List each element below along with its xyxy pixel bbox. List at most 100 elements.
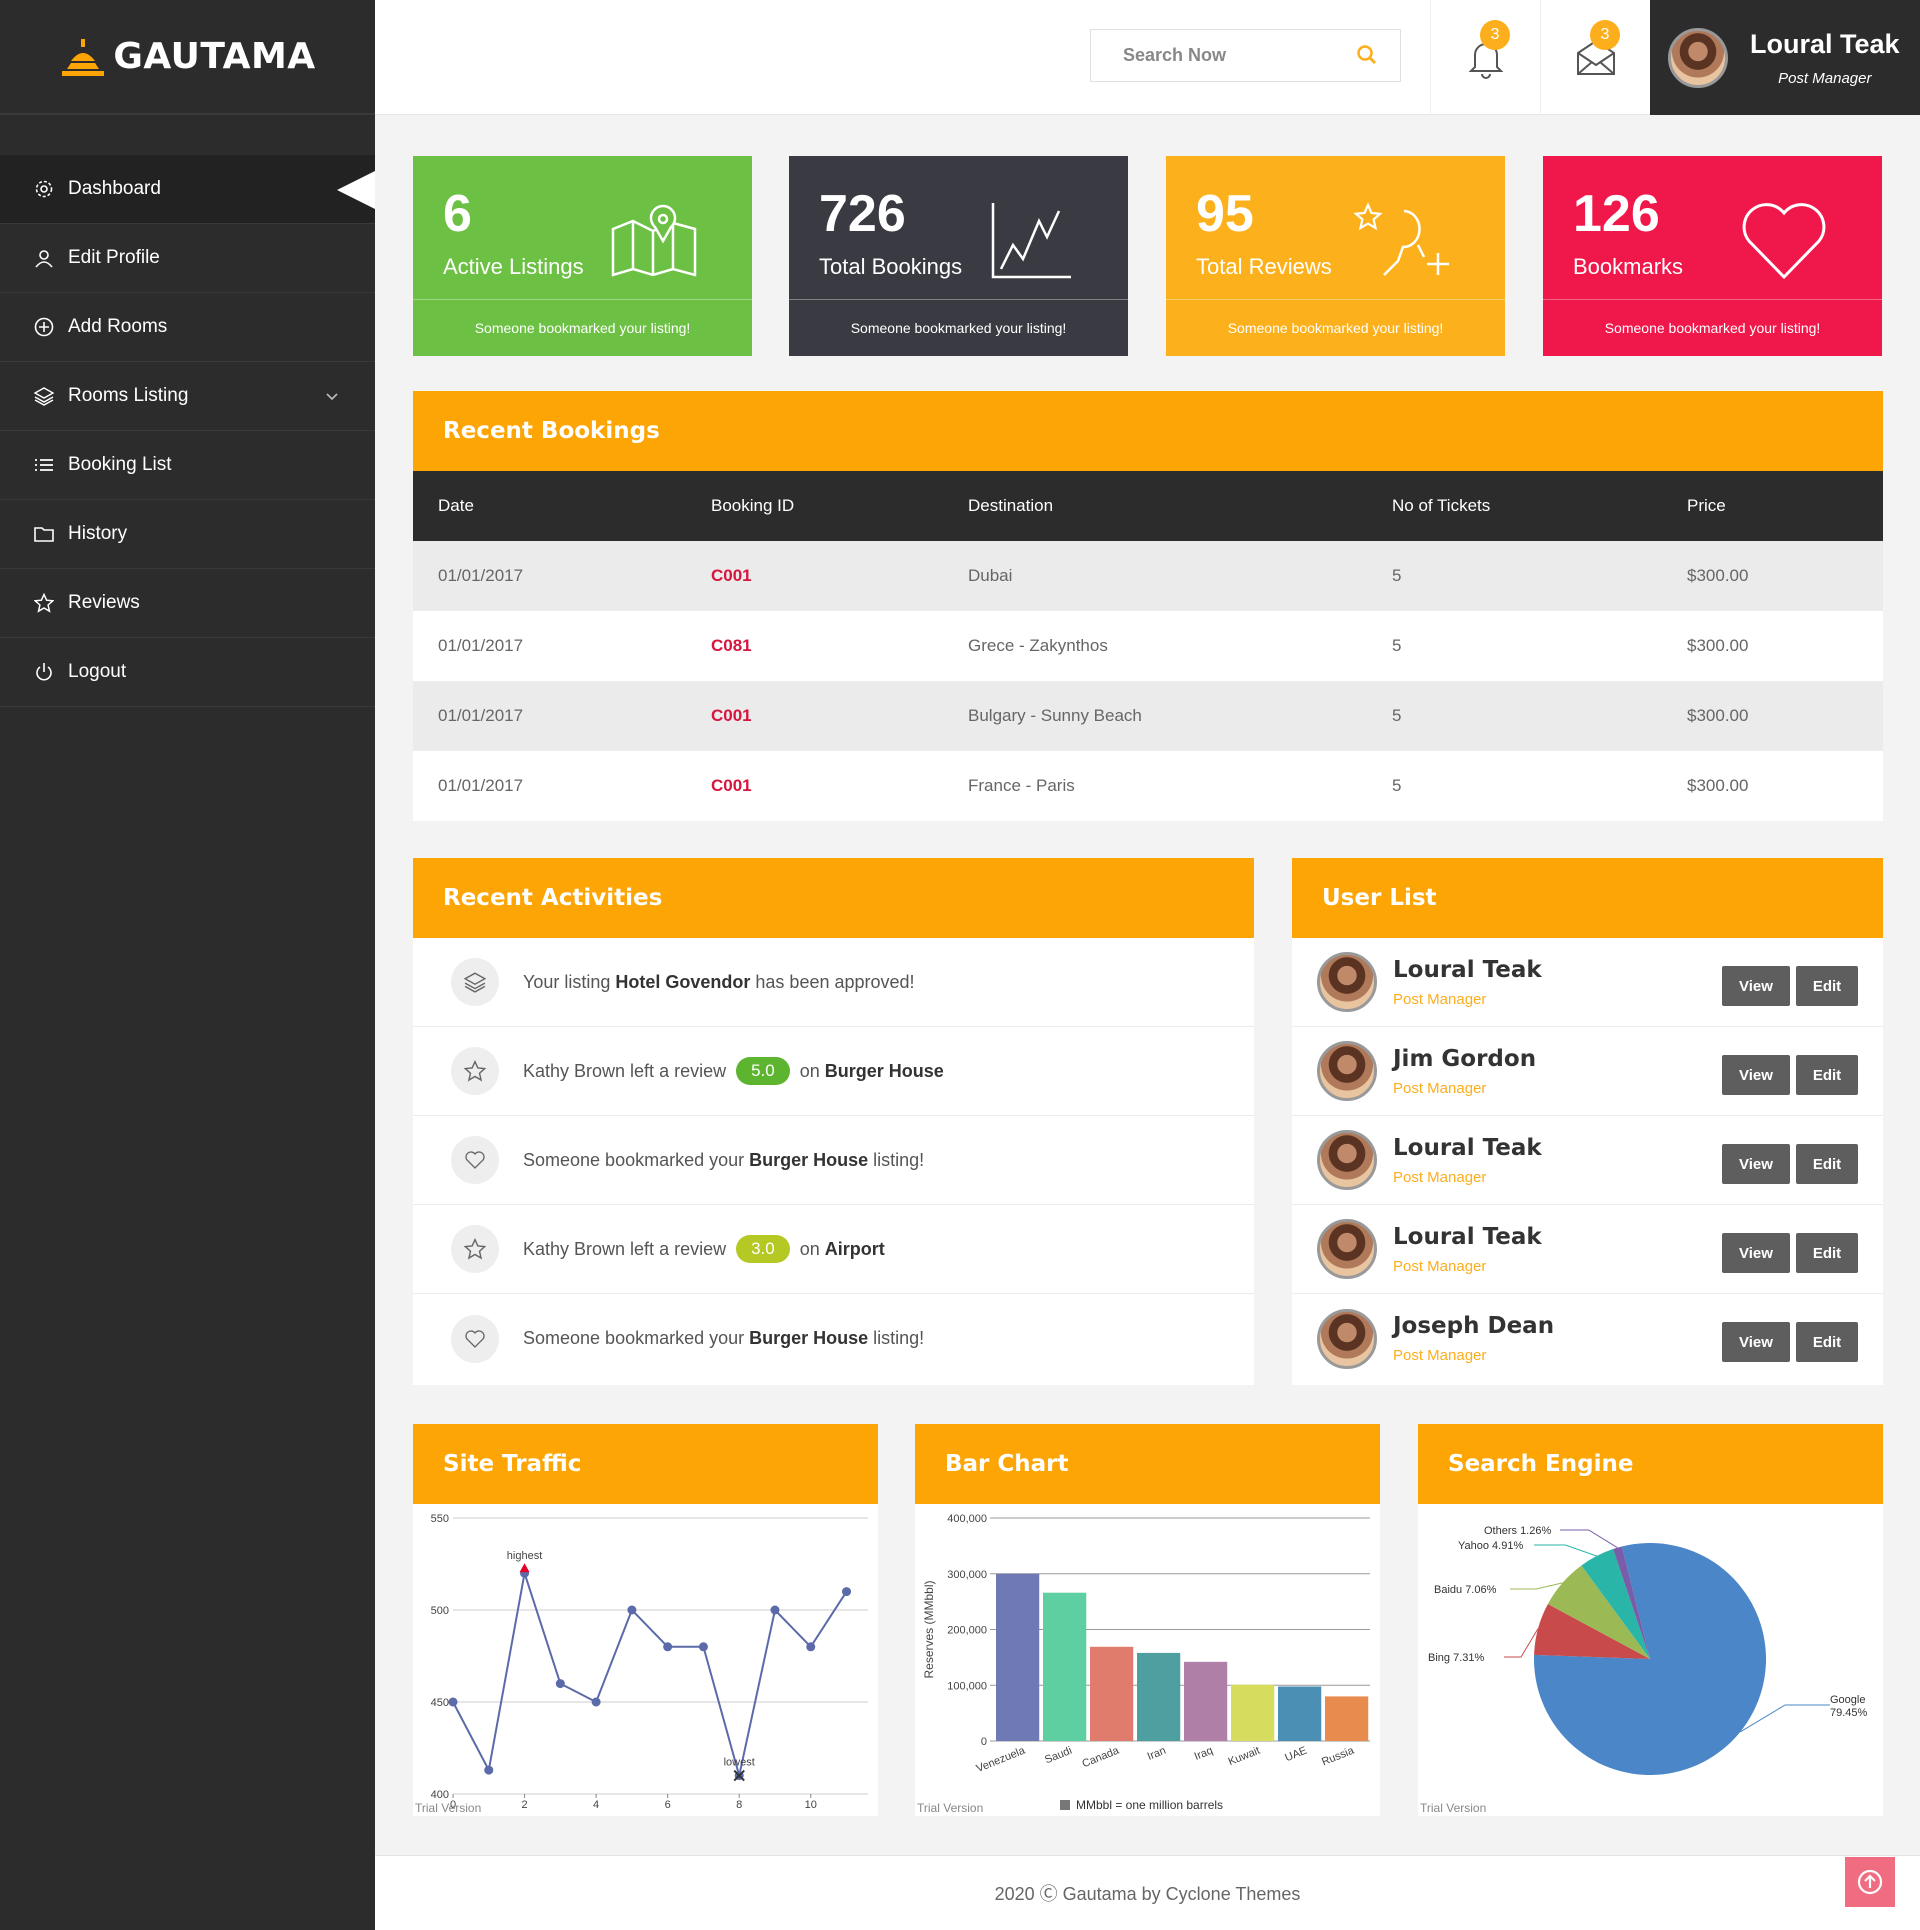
sidebar-item-label: Add Rooms: [68, 316, 168, 337]
activity-text: Someone bookmarked your: [523, 1328, 745, 1348]
messages-button[interactable]: 3: [1540, 0, 1650, 115]
activity-subject: Airport: [824, 1238, 885, 1259]
search-input[interactable]: [1123, 45, 1353, 66]
legend-swatch: [1060, 1800, 1070, 1810]
bar: [1184, 1661, 1228, 1741]
edit-button[interactable]: Edit: [1796, 1233, 1858, 1273]
sidebar-item-booking-list[interactable]: Booking List: [0, 431, 375, 500]
star-icon: [451, 1047, 499, 1095]
stat-card-total-bookings[interactable]: 726 Total Bookings Someone bookmarked yo…: [789, 156, 1128, 356]
activity-text: on: [799, 1238, 820, 1259]
data-point: [591, 1697, 601, 1707]
activity-item[interactable]: Your listing Hotel Govendor has been app…: [413, 938, 1254, 1027]
booking-date: 01/01/2017: [413, 541, 686, 611]
activity-item[interactable]: Kathy Brown left a review 5.0 on Burger …: [413, 1027, 1254, 1116]
bar: [1090, 1646, 1134, 1741]
trial-watermark: Trial Version: [917, 1801, 983, 1815]
user-icon: [32, 246, 56, 270]
booking-id[interactable]: C081: [686, 611, 943, 681]
map-pin-icon: [611, 204, 697, 277]
user-role: Post Manager: [1393, 1257, 1487, 1275]
user-role: Post Manager: [1393, 990, 1487, 1008]
stat-card-total-reviews[interactable]: 95 Total Reviews Someone bookmarked your…: [1166, 156, 1505, 356]
data-point: [698, 1642, 708, 1652]
stat-card-active-listings[interactable]: 6 Active Listings Someone bookmarked you…: [413, 156, 752, 356]
view-button[interactable]: View: [1722, 1055, 1790, 1095]
activity-subject: Burger House: [749, 1328, 869, 1348]
view-button[interactable]: View: [1722, 966, 1790, 1006]
pie-label-leader: [1510, 1582, 1563, 1590]
booking-destination: Grece - Zakynthos: [968, 636, 1108, 655]
user-name: Joseph Dean: [1393, 1313, 1555, 1339]
sidebar-item-dashboard[interactable]: Dashboard: [0, 155, 375, 224]
activity-text: listing!: [873, 1328, 925, 1348]
stat-label: Bookmarks: [1573, 254, 1684, 279]
search-icon[interactable]: [1356, 44, 1378, 71]
edit-button[interactable]: Edit: [1796, 966, 1858, 1006]
chevron-down-icon[interactable]: [325, 386, 339, 408]
table-row[interactable]: 01/01/2017 C001 Dubai 5 $300.00: [413, 541, 1883, 611]
edit-button[interactable]: Edit: [1796, 1322, 1858, 1362]
table-row[interactable]: 01/01/2017 C001 France - Paris 5 $300.00: [413, 751, 1883, 821]
sidebar-item-rooms-listing[interactable]: Rooms Listing: [0, 362, 375, 431]
bar: [1043, 1592, 1087, 1741]
user-info: Loural Teak Post Manager: [1393, 1224, 1542, 1275]
page-footer: 2020 Ⓒ Gautama by Cyclone Themes: [375, 1855, 1920, 1930]
edit-button[interactable]: Edit: [1796, 1144, 1858, 1184]
booking-id[interactable]: C001: [686, 541, 943, 611]
bar: [1278, 1686, 1322, 1741]
sidebar-item-label: History: [68, 523, 128, 544]
x-tick-label: Iran: [1146, 1745, 1168, 1763]
sidebar-item-reviews[interactable]: Reviews: [0, 569, 375, 638]
column-header: Date: [413, 471, 686, 541]
brand-logo[interactable]: GAUTAMA: [0, 0, 375, 115]
heart-icon: [1742, 203, 1826, 280]
table-row[interactable]: 01/01/2017 C081 Grece - Zakynthos 5 $300…: [413, 611, 1883, 681]
view-button[interactable]: View: [1722, 1233, 1790, 1273]
x-tick-label: 6: [665, 1799, 671, 1811]
column-header: Price: [1662, 471, 1883, 541]
data-point: [806, 1642, 816, 1652]
view-button[interactable]: View: [1722, 1322, 1790, 1362]
edit-button[interactable]: Edit: [1796, 1055, 1858, 1095]
user-name: Loural Teak: [1393, 956, 1542, 983]
activity-item[interactable]: Someone bookmarked your Burger House lis…: [413, 1116, 1254, 1205]
user-name: Loural Teak: [1393, 1223, 1542, 1250]
panel-title: User List: [1292, 858, 1883, 938]
avatar: [1317, 1130, 1377, 1190]
view-button[interactable]: View: [1722, 1144, 1790, 1184]
booking-price: $300.00: [1662, 681, 1883, 751]
sidebar-item-history[interactable]: History: [0, 500, 375, 569]
activity-item[interactable]: Kathy Brown left a review 3.0 on Airport: [413, 1205, 1254, 1294]
booking-id[interactable]: C001: [686, 681, 943, 751]
rating-badge: 5.0: [736, 1057, 790, 1085]
stat-footer: Someone bookmarked your listing!: [789, 299, 1128, 356]
user-name: Jim Gordon: [1393, 1045, 1537, 1072]
stat-label: Active Listings: [443, 254, 584, 279]
pie-label-leader: [1534, 1544, 1597, 1557]
table-row[interactable]: 01/01/2017 C001 Bulgary - Sunny Beach 5 …: [413, 681, 1883, 751]
y-axis-label: Reserves (MMbbl): [922, 1580, 936, 1678]
user-profile-menu[interactable]: Loural Teak Post Manager: [1650, 0, 1920, 115]
line-chart-icon: [991, 203, 1071, 279]
sidebar: GAUTAMA Dashboard Edit Profile Add Rooms…: [0, 0, 375, 1930]
sidebar-item-logout[interactable]: Logout: [0, 638, 375, 707]
notifications-button[interactable]: 3: [1430, 0, 1540, 115]
back-to-top-button[interactable]: [1845, 1857, 1895, 1907]
sidebar-item-label: Dashboard: [68, 178, 161, 199]
bar-chart-panel: Bar Chart 0 100,000 200,000 300,000 400,000 R…: [915, 1424, 1380, 1816]
column-header: Booking ID: [686, 471, 943, 541]
stat-card-bookmarks[interactable]: 126 Bookmarks Someone bookmarked your li…: [1543, 156, 1882, 356]
booking-id[interactable]: C001: [686, 751, 943, 821]
sidebar-nav: Dashboard Edit Profile Add Rooms Rooms L…: [0, 155, 375, 707]
sidebar-item-add-rooms[interactable]: Add Rooms: [0, 293, 375, 362]
activity-item[interactable]: Someone bookmarked your Burger House lis…: [413, 1294, 1254, 1383]
list-item: Loural Teak Post Manager View Edit: [1292, 1205, 1883, 1294]
star-icon: [451, 1225, 499, 1273]
heart-icon: [451, 1136, 499, 1184]
sidebar-item-label: Edit Profile: [68, 247, 160, 268]
stat-label: Total Reviews: [1196, 254, 1332, 279]
user-name: Loural Teak: [1393, 1134, 1542, 1161]
sidebar-item-edit-profile[interactable]: Edit Profile: [0, 224, 375, 293]
x-tick-label: Kuwait: [1227, 1745, 1262, 1768]
